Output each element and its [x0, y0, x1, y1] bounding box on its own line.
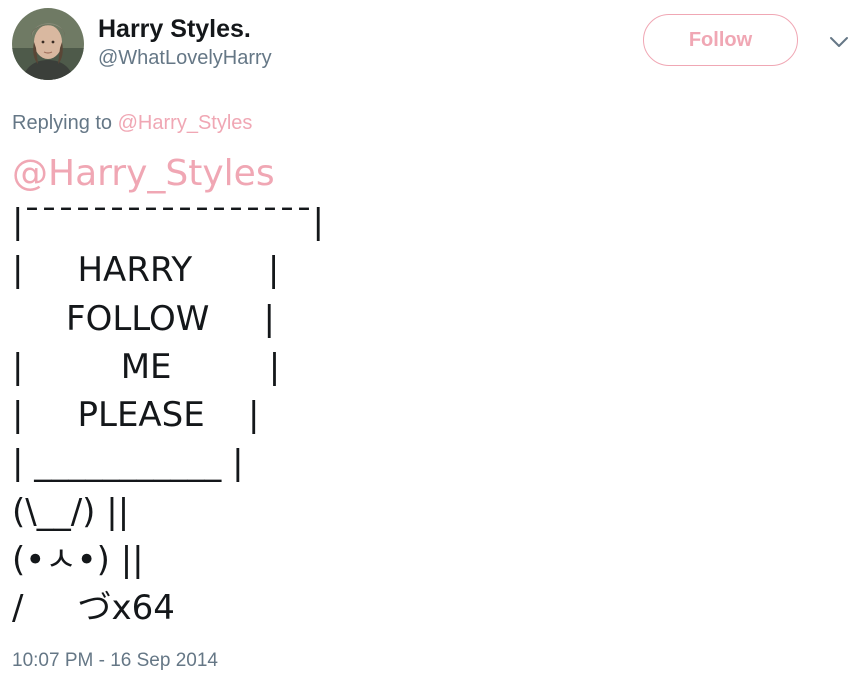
tweet-line: | PLEASE |	[12, 395, 260, 436]
profile-photo-icon	[12, 8, 84, 80]
tweet-line: | ___________ |	[12, 443, 244, 484]
tweet-mention-link[interactable]: @Harry_Styles	[12, 150, 432, 198]
tweet-text: @Harry_Styles |¯¯¯¯¯¯¯¯¯¯¯¯¯¯¯¯¯| | HARR…	[12, 150, 432, 633]
tweet-timestamp[interactable]: 10:07 PM - 16 Sep 2014	[12, 649, 218, 673]
tweet-line: / づx64	[12, 588, 175, 629]
tweet-line: (\__/) ||	[12, 491, 130, 532]
avatar[interactable]	[12, 8, 84, 80]
user-handle: @WhatLovelyHarry	[98, 47, 272, 69]
tweet-line: (•ㅅ•) ||	[12, 540, 144, 581]
tweet-line: | HARRY |	[12, 250, 280, 291]
tweet-header: Harry Styles. @WhatLovelyHarry Follow	[12, 8, 852, 82]
display-name[interactable]: Harry Styles.	[98, 14, 272, 44]
follow-button[interactable]: Follow	[643, 14, 798, 66]
chevron-down-icon[interactable]	[827, 32, 851, 52]
replying-to: Replying to @Harry_Styles	[12, 110, 252, 136]
replying-to-label: Replying to	[12, 112, 113, 134]
replying-to-mention[interactable]: @Harry_Styles	[118, 112, 253, 134]
user-names: Harry Styles. @WhatLovelyHarry	[98, 14, 272, 71]
tweet-line: |¯¯¯¯¯¯¯¯¯¯¯¯¯¯¯¯¯|	[12, 202, 324, 242]
tweet-line: FOLLOW |	[12, 298, 275, 339]
tweet-line: | ME |	[12, 346, 281, 387]
